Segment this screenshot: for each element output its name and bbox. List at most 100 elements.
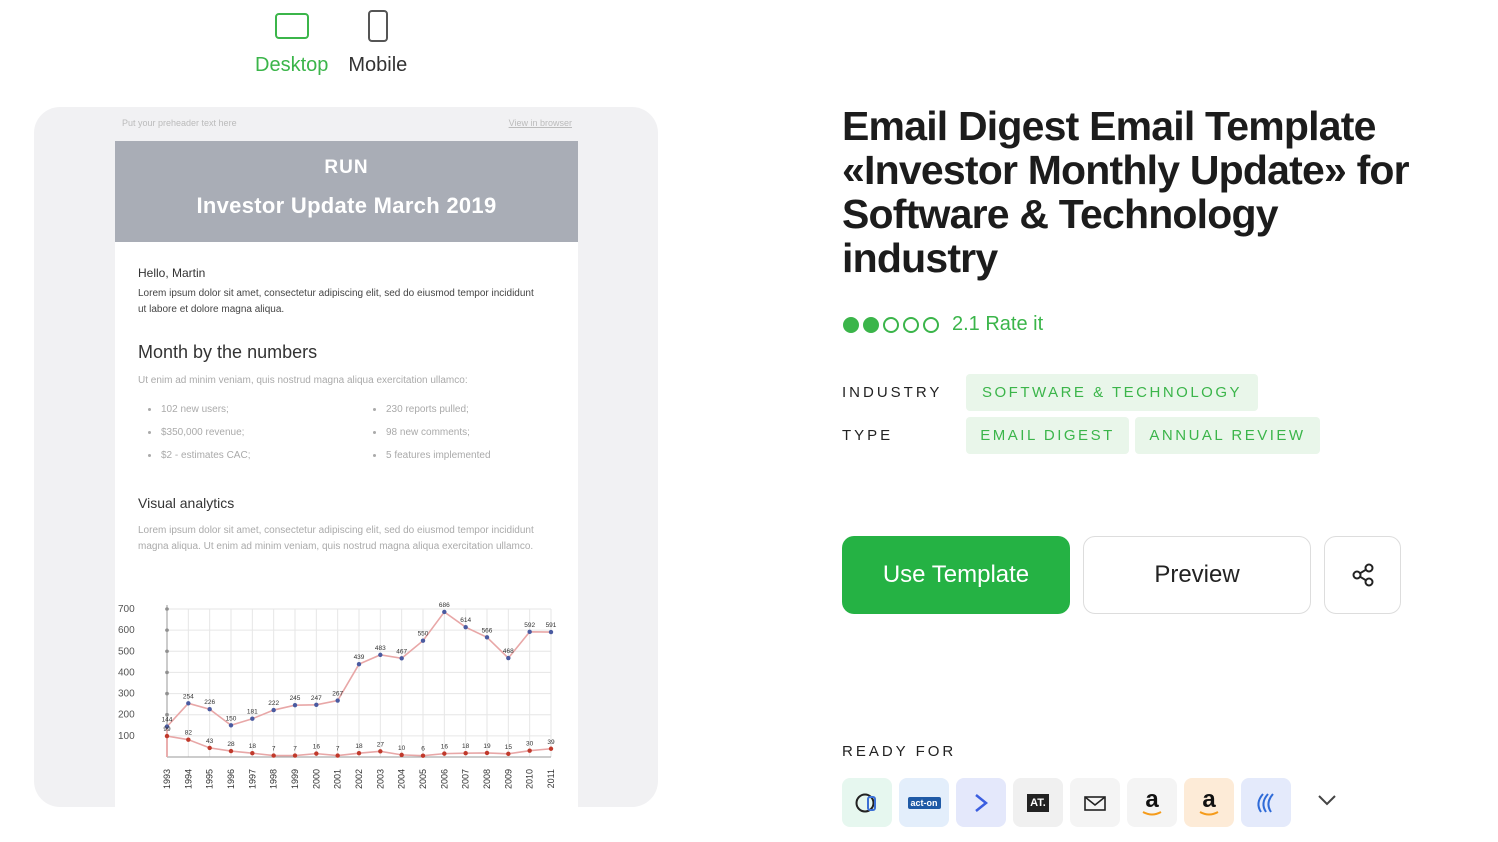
template-title: Email Digest Email Template «Investor Mo… <box>842 103 1410 281</box>
arrow-esp-icon[interactable] <box>956 778 1006 827</box>
stat-item: $2 - estimates CAC; <box>148 450 373 461</box>
chart-data-point <box>378 749 383 754</box>
chart-x-tick-label: 1994 <box>183 769 193 789</box>
rating-dot-icon <box>883 316 899 333</box>
chart-x-tick-label: 1995 <box>205 769 215 789</box>
chart-y-tick-label: 500 <box>118 646 135 657</box>
template-detail-page: Desktop Mobile Put your preheader text h… <box>0 0 1498 842</box>
chart-data-label: 150 <box>226 715 237 722</box>
chart-data-label: 7 <box>272 746 276 753</box>
waves-esp-icon[interactable] <box>1241 778 1291 827</box>
rating-text[interactable]: 2.1 Rate it <box>952 313 1043 336</box>
email-logo: RUN <box>324 157 369 178</box>
chart-data-label: 550 <box>418 631 429 638</box>
email-intro: Lorem ipsum dolor sit amet, consectetur … <box>138 288 534 315</box>
chart-data-label: 247 <box>311 695 322 702</box>
chart-data-label: 18 <box>355 743 363 750</box>
chart-x-tick-label: 1998 <box>269 769 279 789</box>
chart-data-label: 591 <box>546 622 557 629</box>
chart-data-label: 7 <box>336 746 340 753</box>
view-in-browser-link[interactable]: View in browser <box>509 118 572 128</box>
chart-y-tick-label: 100 <box>118 731 135 742</box>
chart-data-label: 30 <box>526 741 534 748</box>
chart-data-point <box>442 609 447 615</box>
chart-data-point <box>314 702 319 707</box>
chart-data-label: 222 <box>268 700 279 707</box>
act-on-icon[interactable]: act-on <box>899 778 949 827</box>
amazon-ses-icon[interactable]: a <box>1184 778 1234 827</box>
mobile-icon <box>367 10 388 42</box>
share-button[interactable] <box>1324 536 1401 614</box>
mobile-label: Mobile <box>348 54 408 76</box>
esp-list: act-on AT. a a <box>842 778 1338 827</box>
tag-email-digest[interactable]: EMAIL DIGEST <box>966 417 1129 454</box>
at-esp-icon[interactable]: AT. <box>1013 778 1063 827</box>
chart-data-point <box>335 753 340 758</box>
preview-button[interactable]: Preview <box>1083 536 1311 614</box>
chart-data-point <box>378 652 383 658</box>
email-greeting: Hello, Martin <box>138 266 206 280</box>
campaign-monitor-icon[interactable] <box>842 778 892 827</box>
chart-data-label: 43 <box>206 738 214 745</box>
chart-data-label: 28 <box>227 741 235 748</box>
email-preview-card[interactable]: Put your preheader text here View in bro… <box>34 107 658 807</box>
chart-data-point <box>442 751 447 756</box>
tag-software-technology[interactable]: SOFTWARE & TECHNOLOGY <box>966 374 1258 411</box>
chart-data-point <box>420 638 426 643</box>
mobile-view-button[interactable]: Mobile <box>348 6 407 77</box>
preheader-text: Put your preheader text here <box>122 118 237 128</box>
use-template-button[interactable]: Use Template <box>842 536 1070 614</box>
chart-data-point <box>356 661 362 667</box>
chart-data-label: 483 <box>375 645 386 652</box>
chart-data-point <box>335 698 340 703</box>
chart-data-point <box>548 746 554 751</box>
analytics-line-chart: 1002003004005006007001993 1994 1995 1996 199… <box>118 602 557 789</box>
stat-item: $350,000 revenue; <box>148 427 373 438</box>
rating[interactable]: 2.1 Rate it <box>843 313 1043 336</box>
view-toggle: Desktop Mobile <box>255 6 407 77</box>
analytics-text: Lorem ipsum dolor sit amet, consectetur … <box>138 525 534 552</box>
stats-list: 102 new users; 230 reports pulled; $350,… <box>138 404 555 461</box>
chart-data-point <box>228 723 234 728</box>
tag-annual-review[interactable]: ANNUAL REVIEW <box>1135 417 1320 454</box>
chevron-down-icon[interactable] <box>1316 793 1338 812</box>
industry-label: INDUSTRY <box>842 384 943 401</box>
share-icon <box>1352 563 1373 587</box>
mail-esp-icon[interactable] <box>1070 778 1120 827</box>
amazon-icon[interactable]: a <box>1127 778 1177 827</box>
chart-data-label: 686 <box>439 602 450 609</box>
desktop-view-button[interactable]: Desktop <box>255 6 328 77</box>
chart-x-tick-label: 2005 <box>418 769 428 789</box>
chart-data-point <box>292 753 298 758</box>
chart-data-point <box>164 733 170 739</box>
chart-data-label: 614 <box>460 617 471 624</box>
chart-data-label: 39 <box>547 739 555 746</box>
stat-item: 5 features implemented <box>373 450 573 461</box>
rating-dot-icon <box>903 316 919 333</box>
chart-data-label: 99 <box>163 726 171 733</box>
chart-data-point <box>186 701 191 706</box>
chart-data-point <box>271 707 276 713</box>
chart-data-label: 10 <box>398 745 406 752</box>
chart-data-label: 467 <box>396 648 407 655</box>
chart-data-point <box>399 752 404 758</box>
chart-x-tick-label: 2008 <box>482 769 492 789</box>
chart-data-label: 6 <box>421 746 425 753</box>
chart-data-point <box>314 751 319 756</box>
chart-x-tick-label: 2002 <box>354 769 364 789</box>
chart-y-tick-label: 200 <box>118 710 135 721</box>
chart-x-tick-label: 2007 <box>461 769 471 789</box>
chart-data-label: 144 <box>162 717 173 724</box>
rating-dot-icon <box>843 316 859 333</box>
chart-x-tick-label: 2000 <box>311 769 321 789</box>
chart-x-tick-label: 2010 <box>525 769 535 789</box>
email-body: RUN Investor Update March 2019 Hello, Ma… <box>115 141 578 807</box>
rating-dot-icon <box>923 316 939 333</box>
chart-data-point <box>271 753 276 758</box>
stat-item: 98 new comments; <box>373 427 573 438</box>
chart-data-point <box>228 748 234 754</box>
chart-x-tick-label: 1996 <box>226 769 236 789</box>
email-header: RUN Investor Update March 2019 <box>115 141 578 242</box>
chart-data-label: 18 <box>462 743 470 750</box>
chart-x-tick-label: 2004 <box>397 769 407 789</box>
